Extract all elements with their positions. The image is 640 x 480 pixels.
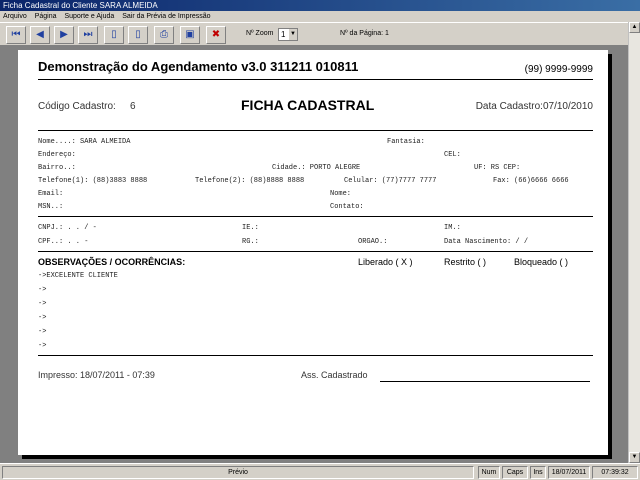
zoom-icon[interactable]: ▣ <box>180 26 200 44</box>
obs-line: ->EXCELENTE CLIENTE <box>38 272 118 280</box>
field-fantasia: Fantasia: <box>387 138 425 146</box>
prev-page-icon[interactable]: ◀ <box>30 26 50 44</box>
scroll-up-icon[interactable]: ▲ <box>629 22 640 33</box>
obs-line: -> <box>38 300 47 308</box>
page-number-label: Nº da Página: 1 <box>340 30 389 37</box>
field-nascimento: Data Nascimento: / / <box>444 238 529 246</box>
data-cadastro: Data Cadastro:07/10/2010 <box>475 101 593 112</box>
observacoes-header: OBSERVAÇÕES / OCORRÊNCIAS: <box>38 257 186 267</box>
field-telefone2: Telefone(2): (88)8888 8888 <box>195 177 305 185</box>
field-msn: MSN..: <box>38 203 64 211</box>
status-bloqueado: Bloqueado ( ) <box>514 257 569 267</box>
field-endereco: Endereço: <box>38 151 76 159</box>
next-page-icon[interactable]: ▶ <box>54 26 74 44</box>
chevron-down-icon: ▼ <box>289 29 297 40</box>
scroll-down-icon[interactable]: ▼ <box>629 452 640 463</box>
field-email: Email: <box>38 190 64 198</box>
field-fax: Fax: (66)6666 6666 <box>493 177 569 185</box>
field-bairro: Bairro..: <box>38 164 76 172</box>
field-nome: Nome....: SARA ALMEIDA <box>38 138 131 146</box>
preview-area[interactable]: Demonstração do Agendamento v3.0 311211 … <box>0 47 628 463</box>
divider <box>38 355 593 356</box>
close-preview-icon[interactable]: ✖ <box>206 26 226 44</box>
menu-suporte[interactable]: Suporte e Ajuda <box>64 13 114 20</box>
status-caps: Caps <box>502 466 528 479</box>
obs-line: -> <box>38 342 47 350</box>
divider <box>38 79 593 80</box>
zoom-label: Nº Zoom <box>246 30 274 37</box>
field-cnpj: CNPJ.: . . / - <box>38 224 97 232</box>
first-page-icon[interactable]: ⏮ <box>6 26 26 44</box>
report-page: Demonstração do Agendamento v3.0 311211 … <box>18 50 608 455</box>
field-ie: IE.: <box>242 224 259 232</box>
obs-line: -> <box>38 286 47 294</box>
ficha-title: FICHA CADASTRAL <box>241 97 375 113</box>
status-bar: Prévio Num Caps Ins 18/07/2011 07:39:32 <box>0 463 640 480</box>
menu-sair-previa[interactable]: Sair da Prévia de Impressão <box>122 13 210 20</box>
zoom-select[interactable]: 1 ▼ <box>278 28 298 41</box>
company-phone: (99) 9999-9999 <box>524 64 593 75</box>
field-cidade: Cidade.: PORTO ALEGRE <box>272 164 361 172</box>
signature-line <box>380 381 590 382</box>
codigo-value: 6 <box>130 101 136 112</box>
field-celular: Celular: (77)7777 7777 <box>344 177 437 185</box>
field-rg: RG.: <box>242 238 259 246</box>
field-cel: CEL: <box>444 151 461 159</box>
ass-cadastrado-label: Ass. Cadastrado <box>301 370 368 380</box>
window-title: Ficha Cadastral do Cliente SARA ALMEIDA <box>0 0 640 11</box>
field-orgao: ORGAO.: <box>358 238 388 246</box>
toolbar: ⏮ ◀ ▶ ⏭ ▯ ▯ ⎙ ▣ ✖ Nº Zoom 1 ▼ Nº da Pági… <box>0 22 640 46</box>
status-ins: Ins <box>530 466 546 479</box>
divider <box>38 130 593 131</box>
menu-bar: Arquivo Página Suporte e Ajuda Sair da P… <box>0 11 640 22</box>
field-nome2: Nome: <box>330 190 352 198</box>
status-date: 18/07/2011 <box>548 466 590 479</box>
menu-arquivo[interactable]: Arquivo <box>3 13 27 20</box>
print-icon[interactable]: ⎙ <box>154 26 174 44</box>
codigo-label: Código Cadastro: <box>38 101 116 112</box>
menu-pagina[interactable]: Página <box>35 13 57 20</box>
divider <box>38 216 593 217</box>
field-contato: Contato: <box>330 203 364 211</box>
field-cpf: CPF..: . . - <box>38 238 89 246</box>
impresso-timestamp: Impresso: 18/07/2011 - 07:39 <box>38 370 155 380</box>
pages-icon[interactable]: ▯ <box>128 26 148 44</box>
page-icon[interactable]: ▯ <box>104 26 124 44</box>
last-page-icon[interactable]: ⏭ <box>78 26 98 44</box>
status-liberado: Liberado ( X ) <box>358 257 413 267</box>
status-mode: Prévio <box>2 466 474 479</box>
field-im: IM.: <box>444 224 461 232</box>
field-telefone1: Telefone(1): (88)3883 8888 <box>38 177 148 185</box>
obs-line: -> <box>38 328 47 336</box>
status-restrito: Restrito ( ) <box>444 257 487 267</box>
zoom-value: 1 <box>281 30 286 39</box>
status-time: 07:39:32 <box>592 466 638 479</box>
field-uf-cep: UF: RS CEP: <box>474 164 521 172</box>
status-num: Num <box>478 466 500 479</box>
vertical-scrollbar[interactable]: ▲ ▼ <box>628 22 640 463</box>
report-title: Demonstração do Agendamento v3.0 311211 … <box>38 59 359 74</box>
divider <box>38 251 593 252</box>
obs-line: -> <box>38 314 47 322</box>
